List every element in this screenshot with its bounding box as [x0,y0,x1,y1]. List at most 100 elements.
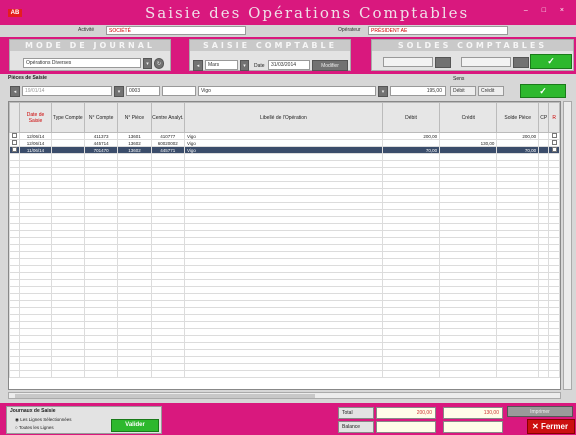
empty-cell [9,237,21,245]
period-select[interactable]: Mars [205,60,238,70]
empty-cell [381,279,441,287]
recap-ok-button[interactable]: ✓ [530,54,572,69]
entry-libelle-icon[interactable]: ▾ [378,86,388,97]
empty-row [9,223,560,231]
empty-cell [183,342,383,350]
cell-type [50,139,85,147]
empty-cell [83,286,119,294]
empty-cell [83,342,119,350]
entry-libelle-field[interactable]: Vigo [198,86,376,96]
cell-r[interactable] [548,146,560,154]
cell-r[interactable] [548,139,560,147]
col-type[interactable]: Type Compte [50,102,85,133]
sens-credit-radio[interactable]: Crédit [478,86,504,96]
close-button[interactable]: ✕ Fermer [527,419,575,434]
empty-cell [117,244,152,252]
activity-field[interactable]: SOCIÉTÉ [106,26,246,35]
col-solde[interactable]: Solde Pièce [496,102,540,133]
entry-date-picker-icon[interactable]: ▾ [114,86,124,97]
col-compte[interactable]: N° Compte [83,102,119,133]
period-dropdown-icon[interactable]: ▾ [240,60,249,71]
empty-cell [381,244,441,252]
empty-cell [183,363,383,371]
footer-bar: Journaux de Saisie ◉ Les Lignes Sélectio… [0,403,576,435]
empty-row [9,195,560,203]
balance-credit [443,421,503,433]
print-button[interactable]: Imprimer [507,406,573,417]
cell-cp[interactable] [538,132,550,140]
col-date[interactable]: Date de Saisie [19,102,52,133]
col-credit[interactable]: Crédit [439,102,498,133]
cell-r[interactable] [548,132,560,140]
empty-cell [381,293,441,301]
cell-cp[interactable] [538,139,550,147]
window-controls[interactable]: – □ × [524,7,570,14]
empty-cell [9,153,21,161]
col-cp[interactable]: CP [538,102,550,133]
row-checkbox[interactable] [9,132,21,140]
empty-cell [9,356,21,364]
empty-cell [150,160,185,168]
empty-cell [439,363,498,371]
journal-dropdown-icon[interactable]: ▾ [143,58,152,69]
empty-cell [548,244,560,252]
entry-account-field[interactable]: 0003 [126,86,160,96]
first-record-icon[interactable]: ◂ [10,86,20,97]
recap-button-1[interactable] [435,57,451,68]
entry-date-field[interactable]: 19/01/14 [22,86,112,96]
empty-row [9,202,560,210]
cell-cp[interactable] [538,146,550,154]
sens-debit-radio[interactable]: Débit [450,86,476,96]
prev-period-icon[interactable]: ◂ [193,60,203,71]
col-piece[interactable]: N° Pièce [117,102,152,133]
empty-cell [83,307,119,315]
col-centre[interactable]: Centre Analyt. [150,102,185,133]
empty-cell [439,258,498,266]
empty-cell [439,153,498,161]
empty-cell [538,244,550,252]
entry-amount-field[interactable]: 195,00 [390,86,446,96]
journal-select[interactable]: Opérations Diverses [23,58,141,68]
empty-cell [9,223,21,231]
date-field[interactable]: 31/03/2014 [268,60,310,70]
empty-cell [496,237,540,245]
hscroll-thumb[interactable] [15,394,315,398]
row-checkbox[interactable] [9,139,21,147]
journal-refresh-icon[interactable]: ↻ [154,58,164,69]
recap-field-2[interactable] [461,57,511,67]
col-debit[interactable]: Débit [381,102,441,133]
empty-cell [548,153,560,161]
empty-cell [19,202,52,210]
recap-button-2[interactable] [513,57,529,68]
validate-button[interactable]: Valider [111,419,159,432]
empty-cell [50,370,85,378]
empty-cell [9,160,21,168]
option-all-lines[interactable]: ○ Toutes les Lignes [15,425,54,430]
entry-piece-field[interactable] [162,86,196,96]
empty-cell [439,216,498,224]
table-row[interactable]: 12/06/14 445714 13602 60020002 Vigo 130,00 [9,139,560,147]
empty-row [9,251,560,259]
modify-button[interactable]: Modifier [312,60,348,71]
empty-cell [19,370,52,378]
empty-cell [150,307,185,315]
operator-field[interactable]: PRÉSIDENT AE [368,26,508,35]
empty-cell [50,237,85,245]
empty-cell [496,363,540,371]
vertical-scrollbar[interactable] [563,101,572,390]
table-row[interactable]: 12/06/14 411373 13601 410777 Vigo 200,00 200,0… [9,132,560,140]
empty-cell [548,258,560,266]
empty-cell [183,321,383,329]
option-selected-lines[interactable]: ◉ Les Lignes Sélectionnées [15,417,71,423]
add-entry-button[interactable]: ✓ [520,84,566,98]
empty-cell [19,335,52,343]
table-row[interactable]: 11/06/14 701470 13602 445771 Vigo 70,00 70,00 [9,146,560,154]
recap-field-1[interactable] [383,57,433,67]
horizontal-scrollbar[interactable] [8,392,561,399]
row-checkbox[interactable] [9,146,21,154]
col-libelle[interactable]: Libellé de l'Opération [183,102,383,133]
empty-cell [496,356,540,364]
empty-cell [83,174,119,182]
col-r[interactable]: R [548,102,560,133]
empty-row [9,321,560,329]
